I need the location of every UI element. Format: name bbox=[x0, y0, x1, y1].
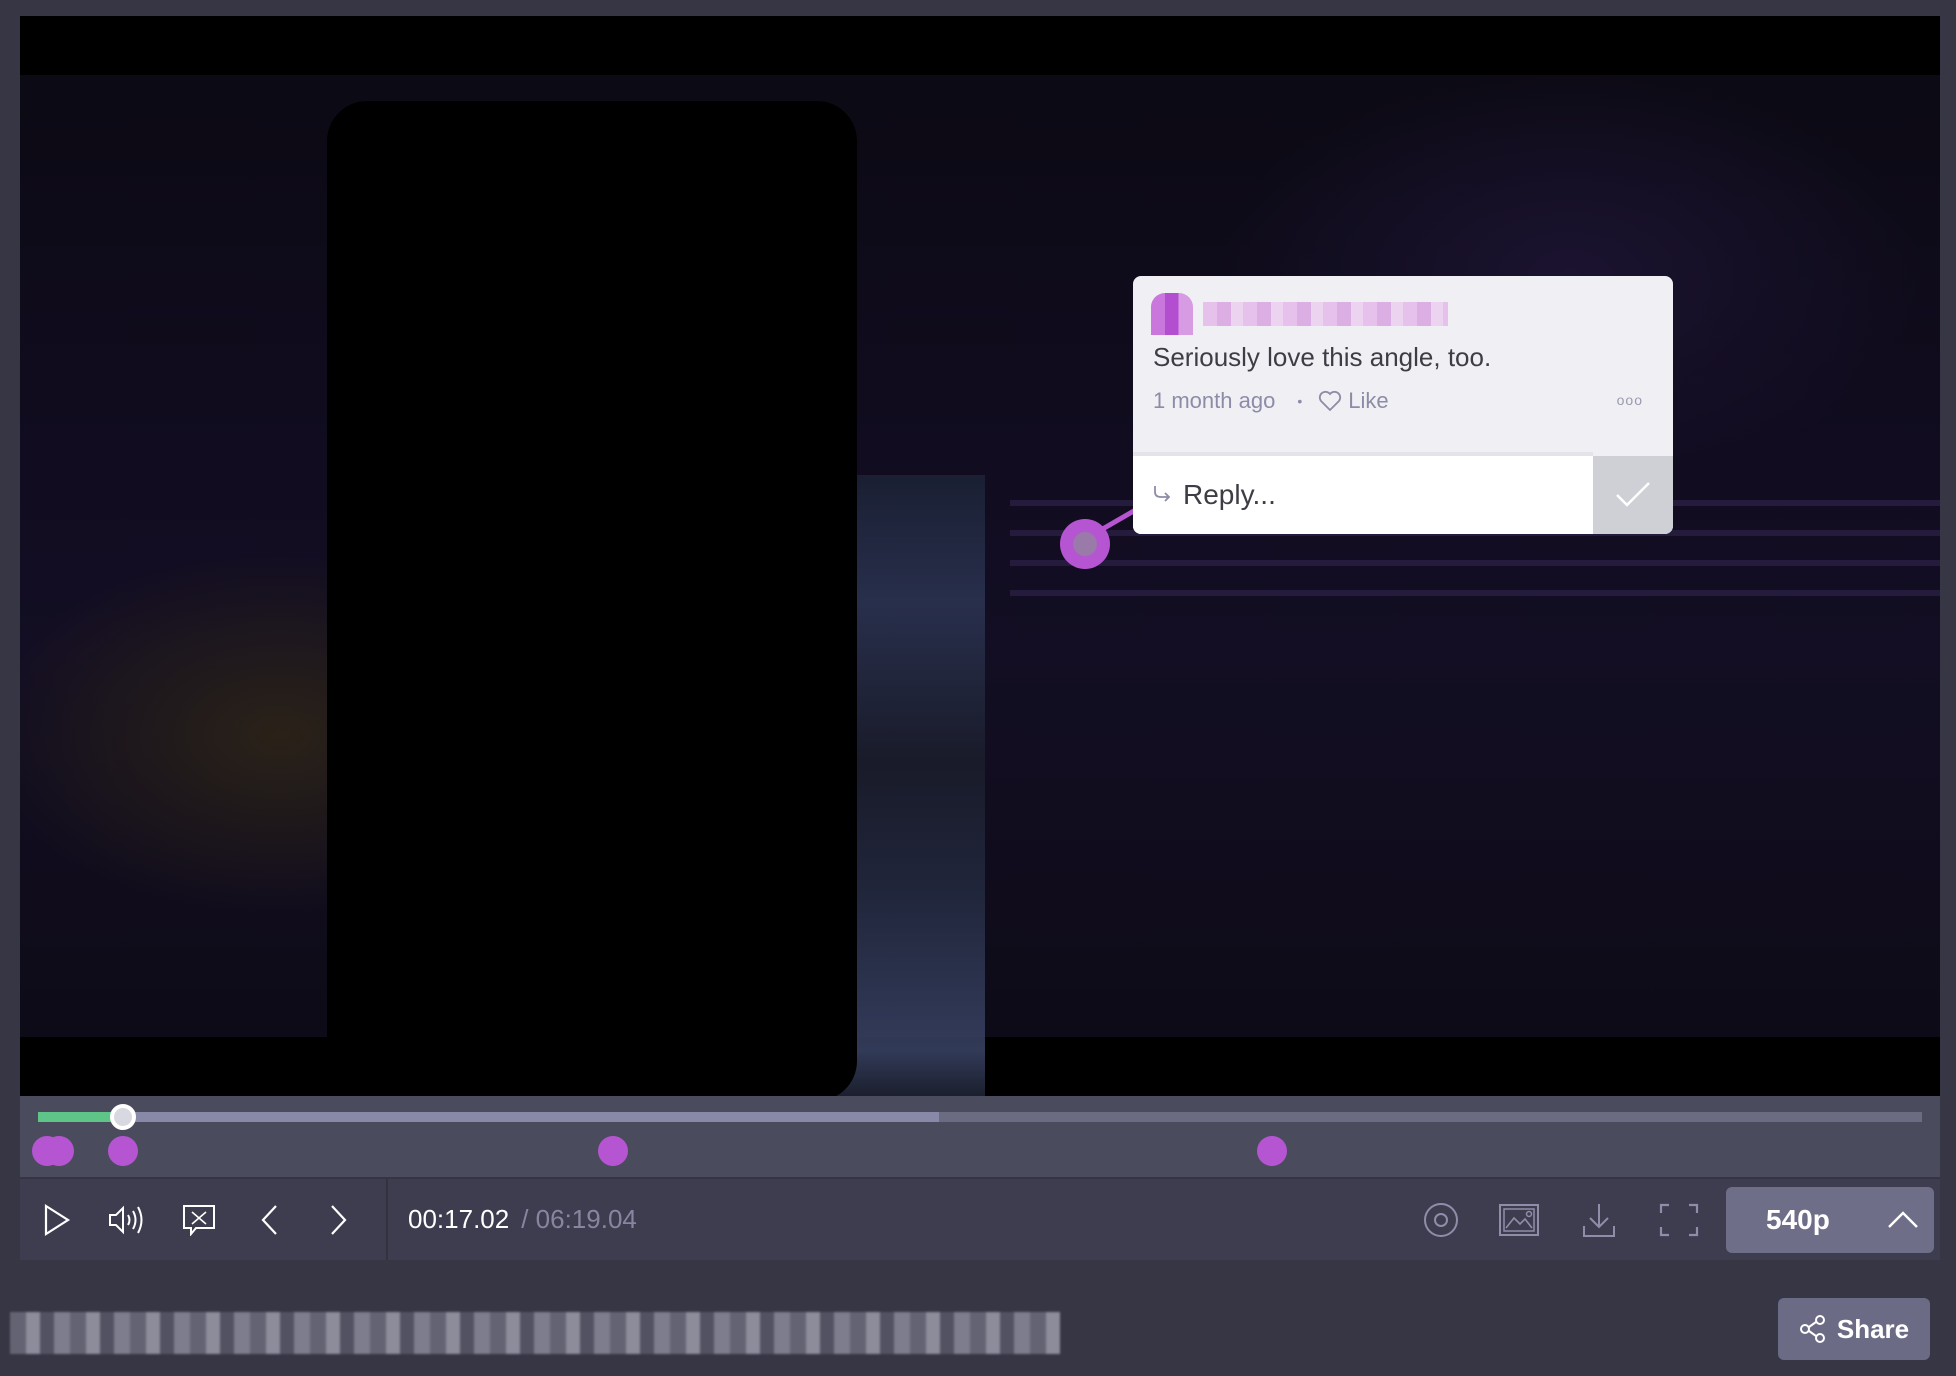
author-name-redacted bbox=[1203, 302, 1448, 326]
like-label: Like bbox=[1348, 388, 1389, 413]
reply-input[interactable]: Reply... bbox=[1133, 452, 1593, 534]
submit-reply-button[interactable] bbox=[1593, 456, 1673, 534]
chevron-up-icon bbox=[1888, 1211, 1918, 1228]
share-button[interactable]: Share bbox=[1778, 1298, 1930, 1360]
previous-comment-button[interactable] bbox=[242, 1179, 296, 1260]
reply-placeholder: Reply... bbox=[1183, 479, 1276, 510]
meta-separator: • bbox=[1297, 393, 1303, 409]
fullscreen-button[interactable] bbox=[1652, 1179, 1706, 1260]
video-title-redacted bbox=[10, 1312, 1060, 1354]
comment-marker[interactable] bbox=[1257, 1136, 1288, 1166]
target-icon bbox=[1424, 1202, 1458, 1237]
total-time: / 06:19.04 bbox=[521, 1204, 637, 1234]
comment-popup: Seriously love this angle, too. 1 month … bbox=[1133, 276, 1673, 534]
quality-value: 540p bbox=[1766, 1204, 1830, 1235]
download-button[interactable] bbox=[1572, 1179, 1626, 1260]
screenshot-icon bbox=[1499, 1203, 1539, 1236]
playhead-handle[interactable] bbox=[109, 1104, 136, 1130]
timeline[interactable] bbox=[20, 1096, 1940, 1176]
comment-timestamp: 1 month ago bbox=[1153, 388, 1276, 413]
more-options-button[interactable]: ooo bbox=[1617, 392, 1643, 408]
reply-arrow-icon bbox=[1154, 486, 1171, 502]
volume-icon bbox=[109, 1205, 143, 1234]
previous-icon bbox=[261, 1204, 277, 1235]
checkmark-icon bbox=[1616, 482, 1650, 507]
play-icon bbox=[44, 1203, 71, 1236]
blurred-region bbox=[835, 475, 985, 1096]
next-icon bbox=[331, 1204, 347, 1235]
share-label: Share bbox=[1836, 1313, 1910, 1344]
fullscreen-icon bbox=[1659, 1203, 1699, 1236]
comments-toggle-icon bbox=[183, 1204, 215, 1236]
comment-author bbox=[1151, 293, 1448, 335]
buffered-bar bbox=[38, 1112, 939, 1122]
time-display: 00:17.02 / 06:19.04 bbox=[408, 1179, 637, 1260]
redacted-region bbox=[327, 101, 857, 1096]
volume-button[interactable] bbox=[100, 1179, 154, 1260]
comment-marker[interactable] bbox=[107, 1136, 138, 1166]
download-icon bbox=[1583, 1203, 1615, 1237]
heart-icon bbox=[1319, 390, 1342, 412]
video-area[interactable]: Seriously love this angle, too. 1 month … bbox=[20, 16, 1940, 1096]
comment-marker[interactable] bbox=[43, 1136, 74, 1166]
play-button[interactable] bbox=[30, 1179, 84, 1260]
comment-meta: 1 month ago • Like bbox=[1153, 388, 1389, 414]
next-comment-button[interactable] bbox=[312, 1179, 366, 1260]
avatar bbox=[1151, 293, 1193, 335]
current-time: 00:17.02 bbox=[408, 1204, 510, 1234]
screenshot-button[interactable] bbox=[1492, 1179, 1546, 1260]
quality-selector[interactable]: 540p bbox=[1726, 1187, 1934, 1253]
controls-divider bbox=[386, 1179, 388, 1260]
comment-pin[interactable] bbox=[1060, 519, 1110, 569]
comment-text: Seriously love this angle, too. bbox=[1153, 342, 1492, 372]
like-button[interactable]: Like bbox=[1318, 388, 1389, 414]
video-frame bbox=[20, 75, 1940, 1096]
video-player: Seriously love this angle, too. 1 month … bbox=[20, 16, 1940, 1260]
focus-button[interactable] bbox=[1414, 1179, 1468, 1260]
comment-marker[interactable] bbox=[597, 1136, 628, 1166]
controls-bar: 00:17.02 / 06:19.04 540p bbox=[20, 1177, 1940, 1260]
comments-toggle-button[interactable] bbox=[172, 1179, 226, 1260]
share-icon bbox=[1799, 1315, 1825, 1343]
